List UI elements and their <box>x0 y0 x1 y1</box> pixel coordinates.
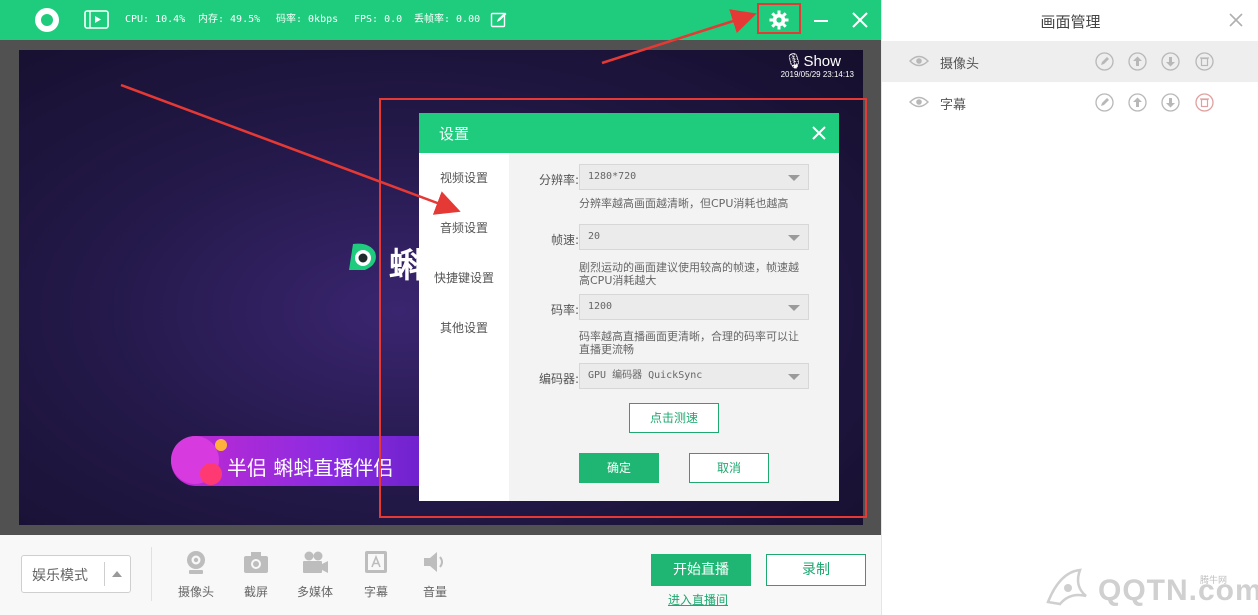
volume-tool-label: 音量 <box>422 585 447 599</box>
subtitle-tool[interactable]: 字幕 <box>352 549 400 605</box>
chevron-up-icon <box>112 571 122 577</box>
toolbar-divider <box>151 547 152 601</box>
trash-icon[interactable] <box>1195 52 1214 71</box>
arrow-up-icon[interactable] <box>1128 93 1147 112</box>
mode-label: 娱乐模式 <box>32 568 88 584</box>
panel-title: 画面管理 <box>1040 13 1101 31</box>
camera-tool[interactable]: 摄像头 <box>172 549 220 605</box>
screenshot-tool-label: 截屏 <box>243 585 268 599</box>
media-tool[interactable]: 多媒体 <box>291 549 339 605</box>
pencil-icon[interactable] <box>1095 52 1114 71</box>
minimize-icon[interactable] <box>811 10 831 30</box>
gear-icon[interactable] <box>769 10 789 30</box>
app-window: CPU: 10.4% 内存: 49.5% 码率: 0kbps FPS: 0.0 … <box>0 0 1258 615</box>
volume-tool[interactable]: 音量 <box>411 549 459 605</box>
show-watermark: 🎙Show <box>784 53 841 70</box>
watermark-small-text: 腾牛网 <box>1200 576 1228 586</box>
eye-icon[interactable] <box>909 53 929 69</box>
top-bar: CPU: 10.4% 内存: 49.5% 码率: 0kbps FPS: 0.0 … <box>0 0 881 40</box>
text-icon <box>365 551 387 573</box>
screenshot-tool[interactable]: 截屏 <box>232 549 280 605</box>
eye-icon[interactable] <box>909 94 929 110</box>
camera-icon <box>244 552 268 573</box>
scene-manager-panel: 画面管理 摄像头 字幕 <box>881 0 1258 615</box>
arrow-up-icon[interactable] <box>1128 52 1147 71</box>
start-stream-button[interactable]: 开始直播 <box>651 554 751 586</box>
enter-room-link[interactable]: 进入直播间 <box>668 591 728 608</box>
layer-name: 字幕 <box>940 98 967 113</box>
banner-decoration <box>215 439 227 451</box>
fps-stat: FPS: 0.0 <box>354 14 403 25</box>
camera-tool-label: 摄像头 <box>177 585 214 599</box>
memory-stat: 内存: 49.5% <box>198 14 261 25</box>
media-tool-label: 多媒体 <box>296 585 333 599</box>
trash-icon[interactable] <box>1195 93 1214 112</box>
bitrate-stat: 码率: 0kbps <box>276 14 339 25</box>
tadpole-logo-icon <box>349 243 376 270</box>
edit-icon[interactable] <box>490 11 508 29</box>
app-logo <box>35 8 59 32</box>
video-icon[interactable] <box>84 10 109 29</box>
main-area: CPU: 10.4% 内存: 49.5% 码率: 0kbps FPS: 0.0 … <box>0 0 881 615</box>
layer-item[interactable]: 摄像头 <box>882 41 1258 82</box>
mode-divider <box>104 562 105 586</box>
pencil-icon[interactable] <box>1095 93 1114 112</box>
mode-select[interactable]: 娱乐模式 <box>21 555 131 593</box>
dialog-highlight-box <box>379 98 867 518</box>
layer-name: 摄像头 <box>940 57 980 72</box>
bottom-toolbar: 娱乐模式 摄像头 截屏 多媒体 字幕 音量 开始直播 录制 进入直播间 <box>0 535 881 615</box>
arrow-down-icon[interactable] <box>1161 52 1180 71</box>
drop-rate-stat: 丢帧率: 0.00 <box>414 14 481 25</box>
video-camera-icon <box>303 551 328 573</box>
panel-close-icon[interactable] <box>1228 12 1244 28</box>
banner-decoration <box>200 463 222 485</box>
banner-text: 半侣 蝌蚪直播伴侣 <box>227 456 394 480</box>
subtitle-tool-label: 字幕 <box>363 585 388 599</box>
speaker-icon <box>424 552 443 572</box>
layer-item[interactable]: 字幕 <box>882 82 1258 123</box>
cpu-stat: CPU: 10.4% <box>125 14 186 25</box>
close-icon[interactable] <box>850 10 870 30</box>
watermark-text: QQTN.com <box>1098 574 1258 607</box>
preview-timestamp: 2019/05/29 23:14:13 <box>780 70 854 79</box>
webcam-icon <box>187 551 205 574</box>
arrow-down-icon[interactable] <box>1161 93 1180 112</box>
record-button[interactable]: 录制 <box>766 554 866 586</box>
